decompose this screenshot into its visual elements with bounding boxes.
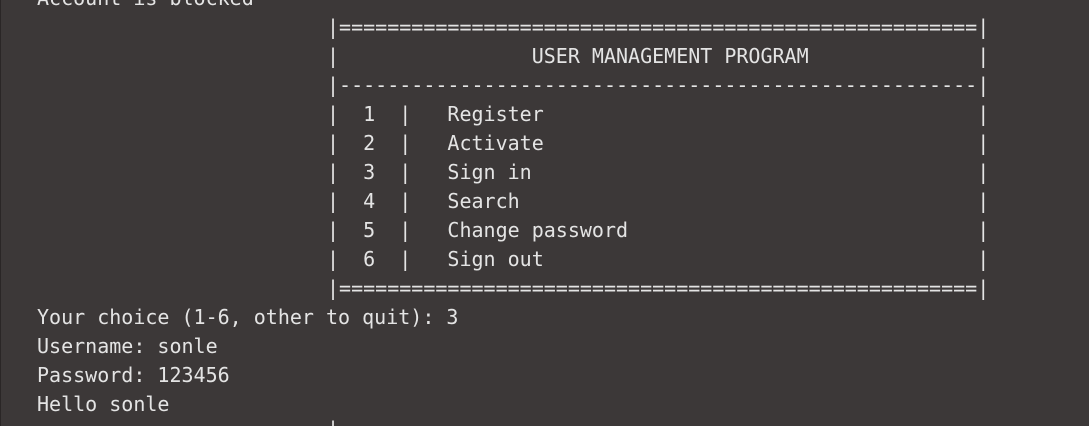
menu-divider: |---------------------------------------… bbox=[327, 73, 990, 97]
choice-prompt: Your choice (1-6, other to quit): 3 bbox=[37, 305, 459, 329]
username-line: Username: sonle bbox=[37, 334, 218, 358]
password-line: Password: 123456 bbox=[37, 363, 230, 387]
menu-item-search: | 4 | Search | bbox=[327, 189, 990, 213]
menu-border-top: |=======================================… bbox=[327, 15, 990, 39]
menu-item-sign-in: | 3 | Sign in | bbox=[327, 160, 990, 184]
menu-item-change-password: | 5 | Change password | bbox=[327, 218, 990, 242]
menu-item-activate: | 2 | Activate | bbox=[327, 131, 990, 155]
next-menu-border-partial: | bbox=[327, 415, 339, 426]
scrollback-line: Account is blocked bbox=[37, 0, 254, 13]
terminal-window[interactable]: Account is blocked |====================… bbox=[0, 0, 1089, 426]
greeting-line: Hello sonle bbox=[37, 392, 170, 416]
menu-title: | USER MANAGEMENT PROGRAM | bbox=[327, 44, 990, 68]
menu-item-sign-out: | 6 | Sign out | bbox=[327, 247, 990, 271]
menu-border-bottom: |=======================================… bbox=[327, 276, 990, 300]
menu-item-register: | 1 | Register | bbox=[327, 102, 990, 126]
